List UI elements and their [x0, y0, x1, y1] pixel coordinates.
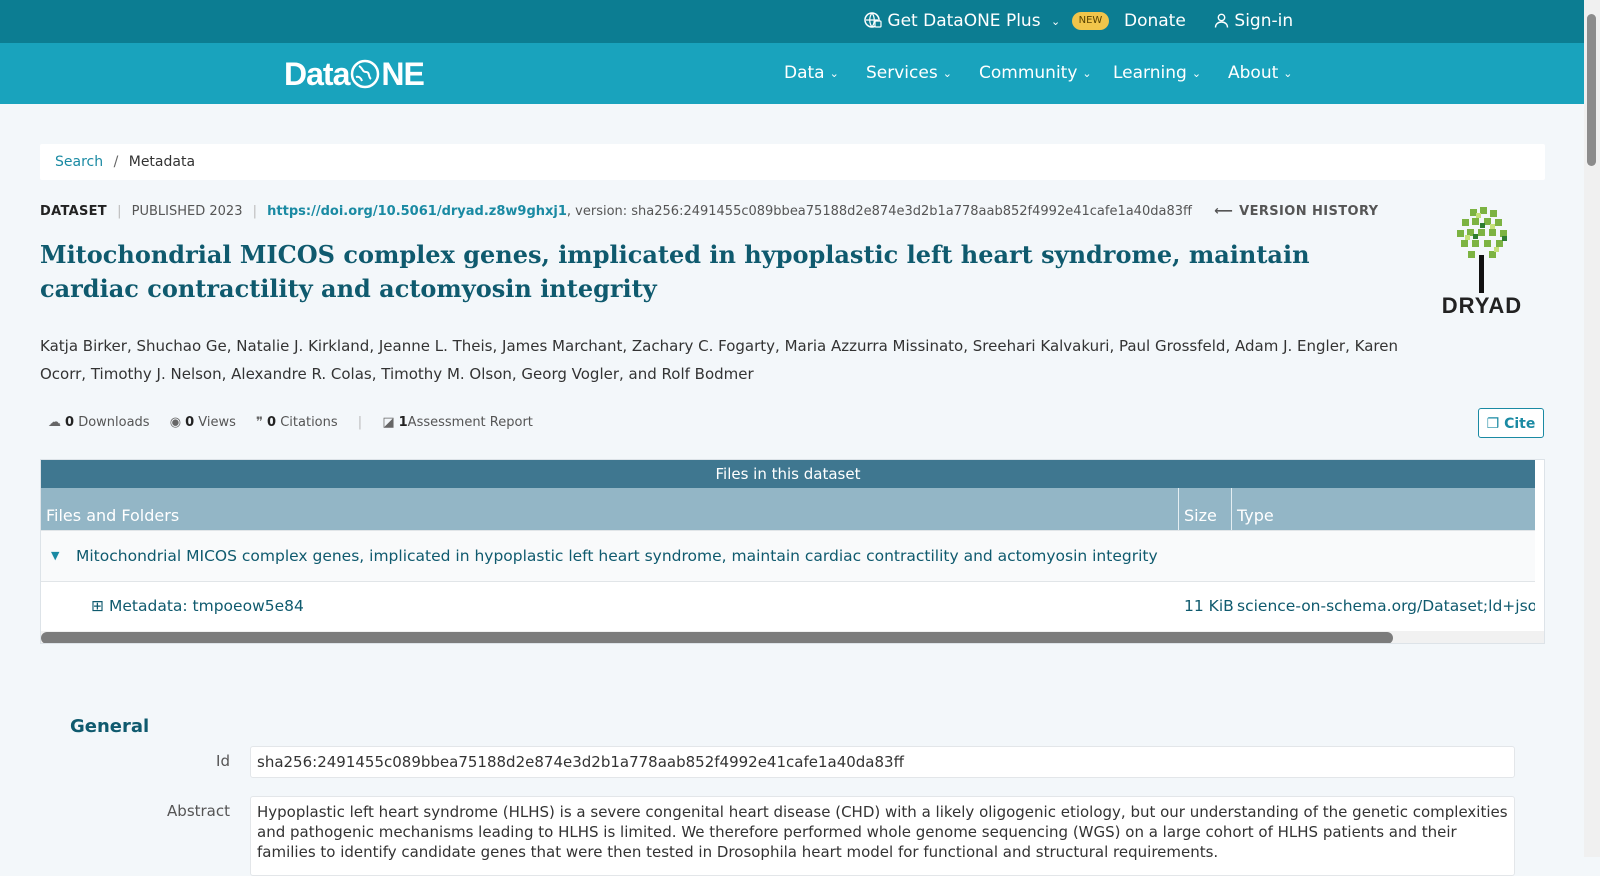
logo-text-data: Data	[284, 56, 350, 92]
version-history-link[interactable]: ⟵ VERSION HISTORY	[1214, 204, 1378, 219]
vertical-scrollbar[interactable]	[1584, 0, 1600, 857]
file-name: Metadata: tmpoeow5e84	[109, 597, 304, 615]
chevron-down-icon: ⌄	[1283, 67, 1293, 80]
nav-item-data[interactable]: Data ⌄	[784, 43, 839, 104]
citations-count: 0	[267, 415, 277, 430]
nav-item-learning[interactable]: Learning ⌄	[1113, 43, 1201, 104]
vertical-scrollbar-thumb[interactable]	[1587, 14, 1596, 166]
metrics-bar: ☁ 0 Downloads ◉ 0 Views ❞ 0 Citations | ◪ 1A…	[48, 413, 549, 433]
donate-link[interactable]: Donate	[1124, 0, 1186, 43]
breadcrumb: Search / Metadata	[40, 144, 1545, 180]
downloads-label: Downloads	[78, 415, 150, 430]
arrow-left-icon: ⟵	[1214, 204, 1234, 219]
sign-in-link[interactable]: Sign-in	[1214, 0, 1293, 43]
column-header-files-and-folders[interactable]: Files and Folders	[41, 488, 1178, 530]
cloud-download-icon: ☁	[48, 415, 61, 430]
file-type: science-on-schema.org/Dataset;ld+json	[1237, 597, 1535, 615]
user-icon	[1214, 11, 1234, 31]
chevron-down-icon: ⌄	[1191, 67, 1202, 80]
version-text: , version: sha256:2491455c089bbea75188d2…	[566, 204, 1192, 219]
views-label: Views	[198, 415, 236, 430]
main-navbar: Data NE Data ⌄ Services ⌄ Community ⌄ Learn…	[0, 43, 1584, 104]
dryad-tree-icon	[1457, 207, 1507, 293]
breadcrumb-search-link[interactable]: Search	[55, 154, 103, 170]
abstract-field-value: Hypoplastic left heart syndrome (HLHS) i…	[250, 796, 1515, 876]
nav-item-community-label: Community	[979, 63, 1078, 83]
gauge-icon: ◪	[382, 415, 395, 430]
chevron-down-icon: ⌄	[942, 67, 952, 80]
breadcrumb-separator: /	[113, 154, 119, 170]
copy-icon: ❐	[1486, 416, 1500, 432]
downloads-metric[interactable]: ☁ 0 Downloads	[48, 413, 150, 433]
horizontal-scrollbar-thumb[interactable]	[41, 632, 1393, 643]
id-field-value: sha256:2491455c089bbea75188d2e874e3d2b1a…	[250, 746, 1515, 778]
get-dataone-plus-label: Get DataONE Plus	[887, 11, 1041, 31]
dataset-type-label: DATASET	[40, 204, 107, 219]
assessment-report-metric[interactable]: ◪ 1Assessment Report	[382, 413, 533, 433]
assessment-label: Assessment Report	[407, 415, 533, 430]
citations-metric[interactable]: ❞ 0 Citations	[256, 413, 338, 433]
file-name-link[interactable]: ⊞ Metadata: tmpoeow5e84	[91, 581, 304, 631]
nav-item-about[interactable]: About ⌄	[1228, 43, 1292, 104]
folder-name: Mitochondrial MICOS complex genes, impli…	[76, 547, 1158, 565]
chevron-down-icon: ⌄	[1050, 15, 1061, 28]
nav-item-about-label: About	[1228, 63, 1279, 83]
cite-label: Cite	[1504, 416, 1536, 432]
dryad-logo[interactable]: DRYAD	[1432, 205, 1532, 320]
caret-down-icon[interactable]: ▼	[51, 531, 59, 581]
file-size: 11 KiB	[1184, 597, 1234, 615]
dataone-logo[interactable]: Data NE	[284, 54, 425, 94]
chevron-down-icon: ⌄	[829, 67, 839, 80]
table-row[interactable]: ⊞ Metadata: tmpoeow5e84 11 KiB science-on…	[41, 581, 1535, 631]
nav-item-services[interactable]: Services ⌄	[866, 43, 952, 104]
doi-link[interactable]: https://doi.org/10.5061/dryad.z8w9ghxj1	[267, 204, 567, 219]
dryad-logo-text: DRYAD	[1441, 293, 1523, 318]
nav-item-services-label: Services	[866, 63, 938, 83]
horizontal-scrollbar[interactable]	[41, 631, 1544, 643]
folder-row[interactable]: ▼ Mitochondrial MICOS complex genes, imp…	[41, 530, 1535, 582]
breadcrumb-current: Metadata	[128, 154, 196, 170]
sign-in-label: Sign-in	[1234, 11, 1294, 31]
general-section-heading: General	[70, 716, 150, 737]
downloads-count: 0	[65, 415, 75, 430]
version-history-label: VERSION HISTORY	[1239, 204, 1379, 219]
assessment-count: 1	[398, 415, 408, 430]
column-header-type[interactable]: Type	[1231, 488, 1535, 530]
citations-label: Citations	[280, 415, 338, 430]
abstract-field-label: Abstract	[167, 802, 230, 820]
metrics-divider: |	[357, 415, 363, 430]
files-table-header: Files and Folders Size Type	[41, 488, 1535, 530]
table-icon: ⊞	[91, 597, 104, 615]
published-label: PUBLISHED 2023	[131, 204, 243, 219]
chevron-down-icon: ⌄	[1082, 67, 1092, 80]
nav-item-learning-label: Learning	[1113, 63, 1187, 83]
cite-button[interactable]: ❐ Cite	[1478, 408, 1544, 438]
views-metric[interactable]: ◉ 0 Views	[170, 413, 236, 433]
globe-lock-icon	[864, 11, 887, 31]
files-table-caption: Files in this dataset	[41, 460, 1535, 488]
meta-divider: |	[117, 204, 122, 219]
dataset-title: Mitochondrial MICOS complex genes, impli…	[40, 240, 1310, 303]
column-header-size[interactable]: Size	[1178, 488, 1231, 530]
top-utility-bar: Get DataONE Plus ⌄ NEW Donate Sign-in	[0, 0, 1584, 43]
new-badge: NEW	[1071, 12, 1110, 30]
files-table: Files in this dataset Files and Folders …	[40, 459, 1545, 644]
logo-text-ne: NE	[381, 56, 424, 92]
quote-icon: ❞	[256, 415, 264, 430]
author-list: Katja Birker, Shuchao Ge, Natalie J. Kir…	[40, 337, 1398, 383]
views-count: 0	[185, 415, 195, 430]
eye-icon: ◉	[169, 415, 182, 430]
nav-item-community[interactable]: Community ⌄	[979, 43, 1092, 104]
get-dataone-plus-menu[interactable]: Get DataONE Plus ⌄ NEW	[864, 0, 1110, 43]
globe-icon	[350, 54, 380, 94]
id-field-label: Id	[216, 752, 230, 770]
dataset-meta-row: DATASET | PUBLISHED 2023 | https://doi.o…	[40, 202, 1378, 222]
meta-divider: |	[252, 204, 258, 219]
nav-item-data-label: Data	[784, 63, 825, 83]
